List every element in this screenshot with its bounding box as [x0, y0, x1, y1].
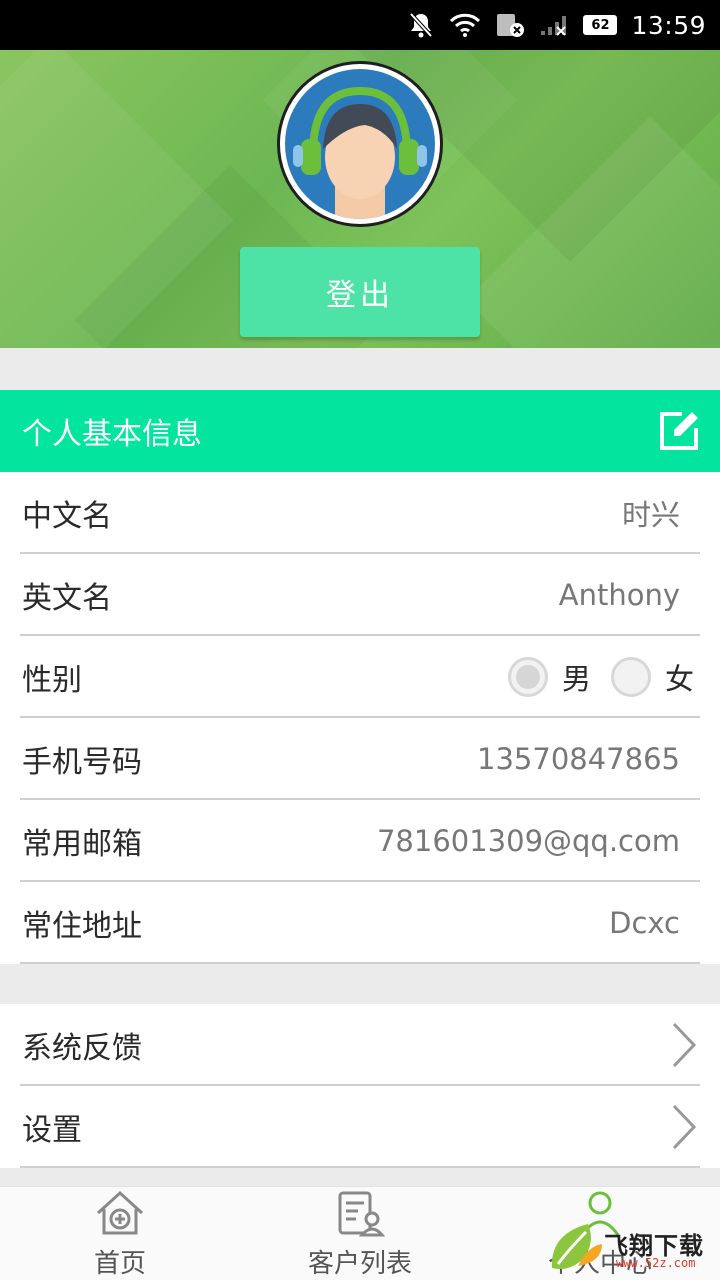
profile-section-header: 个人基本信息 — [0, 390, 720, 472]
field-english-name[interactable]: 英文名 Anthony — [0, 554, 720, 636]
settings-menu: 系统反馈 设置 — [0, 1004, 720, 1168]
nav-label: 客户列表 — [307, 1249, 412, 1279]
signal-icon — [539, 13, 569, 37]
field-label: 中文名 — [22, 499, 112, 534]
field-value: Dcxc — [609, 906, 680, 940]
status-bar: 62 13:59 — [0, 0, 720, 50]
wifi-icon — [449, 13, 481, 37]
home-add-icon — [92, 1189, 148, 1239]
field-label: 手机号码 — [22, 745, 142, 780]
gender-male-label[interactable]: 男 — [562, 656, 591, 698]
logout-button[interactable]: 登出 — [240, 247, 480, 337]
field-value: 13570847865 — [477, 742, 680, 776]
field-label: 常用邮箱 — [22, 827, 142, 862]
edit-icon[interactable] — [658, 410, 700, 452]
gender-female-label[interactable]: 女 — [665, 656, 694, 698]
field-email[interactable]: 常用邮箱 781601309@qq.com — [0, 800, 720, 882]
field-chinese-name[interactable]: 中文名 时兴 — [0, 472, 720, 554]
watermark-url: www.52z.com — [616, 1256, 696, 1270]
battery-icon: 62 — [583, 15, 618, 35]
customer-list-icon — [332, 1189, 388, 1239]
menu-item-settings[interactable]: 设置 — [0, 1086, 720, 1168]
field-value: 时兴 — [621, 498, 680, 532]
sim-disabled-icon — [495, 12, 525, 38]
nav-home[interactable]: 首页 — [0, 1187, 240, 1280]
nav-customer-list[interactable]: 客户列表 — [240, 1187, 480, 1280]
gender-female-radio[interactable] — [610, 657, 651, 697]
avatar[interactable] — [277, 61, 443, 227]
field-label: 英文名 — [22, 581, 112, 616]
menu-item-label: 设置 — [22, 1113, 82, 1148]
clock: 13:59 — [631, 10, 706, 40]
field-gender: 性别 男 女 — [0, 636, 720, 718]
gender-radio-group: 男 女 — [507, 656, 700, 698]
chevron-right-icon — [668, 1102, 700, 1152]
profile-header: 登出 — [0, 50, 720, 348]
field-address[interactable]: 常住地址 Dcxc — [0, 882, 720, 964]
menu-item-label: 系统反馈 — [22, 1031, 142, 1066]
field-label: 常住地址 — [22, 909, 142, 944]
profile-fields: 中文名 时兴 英文名 Anthony 性别 男 女 手机号码 135708478… — [0, 472, 720, 964]
field-value: 781601309@qq.com — [376, 824, 680, 858]
menu-item-feedback[interactable]: 系统反馈 — [0, 1004, 720, 1086]
gender-male-radio[interactable] — [507, 657, 548, 697]
watermark-logo: 飞翔下载 www.52z.com — [542, 1196, 720, 1280]
field-value: Anthony — [558, 578, 680, 612]
chevron-right-icon — [668, 1020, 700, 1070]
nav-label: 首页 — [93, 1249, 146, 1279]
section-title: 个人基本信息 — [22, 417, 202, 452]
field-label: 性别 — [22, 663, 82, 698]
field-phone[interactable]: 手机号码 13570847865 — [0, 718, 720, 800]
notifications-muted-icon — [407, 11, 435, 39]
